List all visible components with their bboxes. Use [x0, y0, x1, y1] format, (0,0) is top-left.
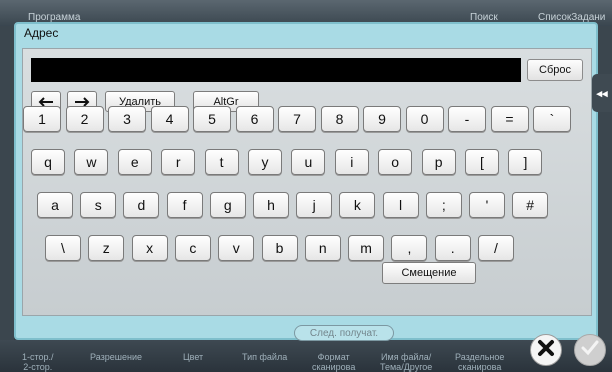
- key-row2-2[interactable]: e: [117, 149, 152, 175]
- key-row2-10[interactable]: [: [465, 149, 499, 175]
- key-row3-9[interactable]: ;: [425, 192, 462, 218]
- key-row2-8[interactable]: o: [378, 149, 413, 175]
- double-chevron-left-icon: ◂◂: [596, 87, 608, 100]
- bg-separate-scan: Раздельное сканирова: [455, 352, 505, 372]
- key-row4-0[interactable]: \: [45, 235, 81, 261]
- bg-color: Цвет: [183, 352, 204, 362]
- key-row3-4[interactable]: g: [209, 192, 246, 218]
- key-row1-12[interactable]: `: [533, 106, 571, 132]
- bg-file-type: Тип файла: [242, 352, 288, 362]
- close-button[interactable]: [530, 334, 562, 366]
- background-function-bar: 1-стор./2-стор. Разрешение Цвет Тип файл…: [0, 340, 612, 372]
- key-row1-9[interactable]: 0: [405, 106, 444, 132]
- key-row2-3[interactable]: r: [161, 149, 196, 175]
- key-row1-11[interactable]: =: [490, 106, 529, 132]
- key-row3-10[interactable]: ': [469, 192, 505, 218]
- key-row3-8[interactable]: l: [382, 192, 419, 218]
- key-row2-5[interactable]: y: [248, 149, 282, 175]
- key-row2-11[interactable]: ]: [508, 149, 543, 175]
- close-icon: [537, 339, 555, 362]
- key-row4-8[interactable]: ,: [391, 235, 428, 261]
- key-row3-5[interactable]: h: [253, 192, 289, 218]
- key-row2-7[interactable]: i: [334, 149, 369, 175]
- checkmark-icon: [581, 339, 599, 362]
- key-row3-11[interactable]: #: [512, 192, 549, 218]
- key-row1-5[interactable]: 6: [235, 106, 274, 132]
- bg-file-name: Имя файла/Тема/Другое: [380, 352, 433, 372]
- key-row3-0[interactable]: a: [37, 192, 73, 218]
- key-row2-0[interactable]: q: [31, 149, 65, 175]
- shift-button[interactable]: Смещение: [382, 262, 476, 284]
- dialog-title: Адрес: [24, 26, 59, 40]
- ok-button[interactable]: [574, 334, 606, 366]
- bg-scan-size: Формат сканирова: [312, 352, 356, 372]
- key-row2-4[interactable]: t: [204, 149, 239, 175]
- key-row2-1[interactable]: w: [74, 149, 109, 175]
- key-row4-6[interactable]: n: [304, 235, 341, 261]
- key-row1-2[interactable]: 3: [108, 106, 146, 132]
- key-row1-3[interactable]: 4: [150, 106, 189, 132]
- key-row3-2[interactable]: d: [123, 192, 160, 218]
- key-row4-7[interactable]: m: [348, 235, 385, 261]
- key-row4-5[interactable]: b: [261, 235, 298, 261]
- key-row1-7[interactable]: 8: [320, 106, 359, 132]
- next-destination-button[interactable]: След. получат.: [294, 325, 394, 341]
- key-row1-4[interactable]: 5: [193, 106, 231, 132]
- key-row1-1[interactable]: 2: [65, 106, 104, 132]
- key-row3-3[interactable]: f: [166, 192, 203, 218]
- keyboard-panel: Сброс Удалить AltGr 1 2 3 4 5 6 7 8 9 0- = ` q w e r t y u…: [22, 48, 592, 316]
- key-row1-10[interactable]: -: [448, 106, 486, 132]
- key-row2-6[interactable]: u: [291, 149, 326, 175]
- bg-duplex: 1-стор./2-стор.: [22, 352, 54, 372]
- key-row4-4[interactable]: v: [218, 235, 255, 261]
- background-left: [0, 26, 14, 340]
- collapse-panel-tab[interactable]: ◂◂: [592, 74, 612, 112]
- key-row3-7[interactable]: k: [339, 192, 376, 218]
- key-row3-1[interactable]: s: [80, 192, 117, 218]
- key-row1-0[interactable]: 1: [23, 106, 61, 132]
- key-row3-6[interactable]: j: [296, 192, 333, 218]
- key-row4-9[interactable]: .: [434, 235, 471, 261]
- key-row4-10[interactable]: /: [478, 235, 514, 261]
- key-row4-1[interactable]: z: [88, 235, 125, 261]
- key-row2-9[interactable]: p: [421, 149, 456, 175]
- address-dialog: Адрес Сброс Удалить AltGr 1 2 3 4 5 6 7 8 9 0- = ` q…: [14, 22, 598, 341]
- key-row4-3[interactable]: c: [174, 235, 211, 261]
- key-row1-8[interactable]: 9: [363, 106, 401, 132]
- bg-resolution: Разрешение: [90, 352, 142, 362]
- virtual-keyboard: 1 2 3 4 5 6 7 8 9 0- = ` q w e r t y u i o p [] a s d f g h j k l; ' # \ z x…: [23, 49, 593, 317]
- key-row4-2[interactable]: x: [131, 235, 168, 261]
- key-row1-6[interactable]: 7: [278, 106, 316, 132]
